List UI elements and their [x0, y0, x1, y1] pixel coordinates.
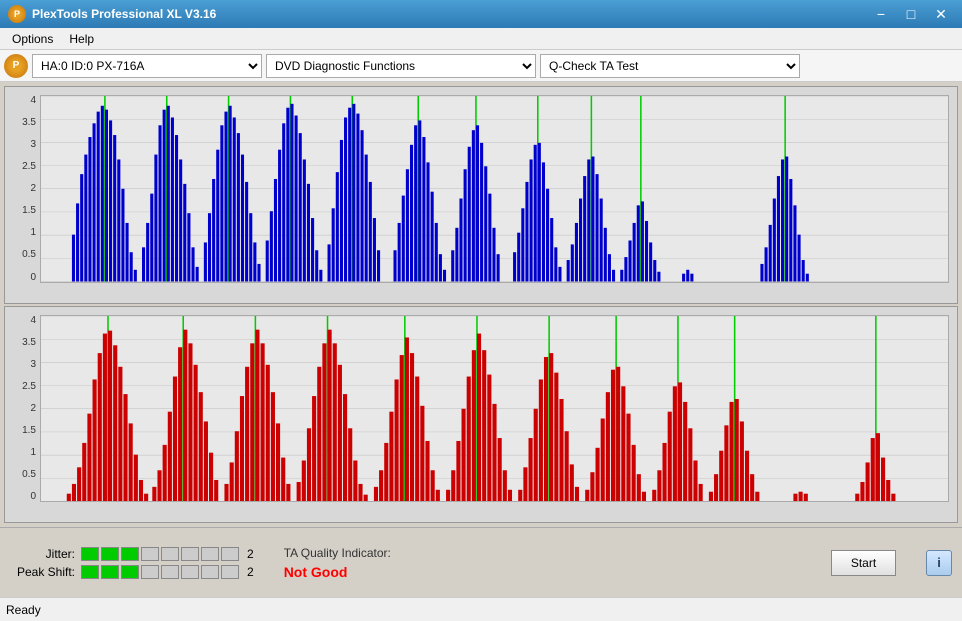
jitter-row: Jitter: 2: [10, 547, 254, 561]
metrics-section: Jitter: 2 Peak Shift:: [10, 547, 254, 579]
y-label-2-bot: 2: [30, 403, 36, 414]
top-chart-svg: 2 3 4 5 6 7 8 9 10 11 12 13 14 15: [41, 96, 948, 282]
peak-shift-bar: [81, 565, 239, 579]
jitter-bar-4: [141, 547, 159, 561]
y-label-15-top: 1.5: [22, 205, 36, 216]
peak-bar-5: [161, 565, 179, 579]
y-label-3-bot: 3: [30, 359, 36, 370]
bottom-chart-y-axis: 4 3.5 3 2.5 2 1.5 1 0.5 0: [7, 315, 39, 503]
y-label-4-bot: 4: [30, 315, 36, 326]
function-select[interactable]: DVD Diagnostic Functions: [266, 54, 536, 78]
y-label-1-bot: 1: [30, 447, 36, 458]
jitter-label: Jitter:: [10, 547, 75, 561]
peak-shift-label: Peak Shift:: [10, 565, 75, 579]
bottom-chart-container: 4 3.5 3 2.5 2 1.5 1 0.5 0: [4, 306, 958, 524]
y-label-25-top: 2.5: [22, 161, 36, 172]
app-icon: P: [8, 5, 26, 23]
app-title: PlexTools Professional XL V3.16: [32, 7, 216, 21]
status-text: Ready: [6, 603, 41, 617]
top-chart-container: 4 3.5 3 2.5 2 1.5 1 0.5 0: [4, 86, 958, 304]
start-button[interactable]: Start: [831, 550, 896, 576]
jitter-bar-8: [221, 547, 239, 561]
main-content: 4 3.5 3 2.5 2 1.5 1 0.5 0: [0, 82, 962, 527]
y-label-05-top: 0.5: [22, 249, 36, 260]
peak-bar-4: [141, 565, 159, 579]
info-button[interactable]: i: [926, 550, 952, 576]
y-label-0-top: 0: [30, 272, 36, 283]
peak-bar-6: [181, 565, 199, 579]
drive-select[interactable]: HA:0 ID:0 PX-716A: [32, 54, 262, 78]
test-select[interactable]: Q-Check TA Test: [540, 54, 800, 78]
y-label-35-bot: 3.5: [22, 337, 36, 348]
menu-options[interactable]: Options: [4, 30, 61, 48]
y-label-4-top: 4: [30, 95, 36, 106]
peak-bar-2: [101, 565, 119, 579]
title-bar-left: P PlexTools Professional XL V3.16: [8, 5, 216, 23]
jitter-bar-2: [101, 547, 119, 561]
bottom-chart-inner: 2 3 4 5 6 7 8 9 10 11 12 13 14 15: [40, 315, 949, 503]
y-label-05-bot: 0.5: [22, 469, 36, 480]
y-label-2-top: 2: [30, 183, 36, 194]
ta-quality-label: TA Quality Indicator:: [284, 546, 391, 560]
peak-bar-8: [221, 565, 239, 579]
toolbar-icon: P: [4, 54, 28, 78]
top-chart-y-axis: 4 3.5 3 2.5 2 1.5 1 0.5 0: [7, 95, 39, 283]
y-label-3-top: 3: [30, 139, 36, 150]
y-label-0-bot: 0: [30, 491, 36, 502]
title-bar: P PlexTools Professional XL V3.16 − □ ✕: [0, 0, 962, 28]
toolbar: P HA:0 ID:0 PX-716A DVD Diagnostic Funct…: [0, 50, 962, 82]
peak-bar-1: [81, 565, 99, 579]
jitter-bar-1: [81, 547, 99, 561]
y-label-1-top: 1: [30, 227, 36, 238]
peak-shift-value: 2: [247, 565, 254, 579]
jitter-bar-3: [121, 547, 139, 561]
jitter-bar: [81, 547, 239, 561]
bottom-chart-svg: 2 3 4 5 6 7 8 9 10 11 12 13 14 15: [41, 316, 948, 502]
status-bar: Ready: [0, 597, 962, 621]
jitter-bar-5: [161, 547, 179, 561]
bottom-panel: Jitter: 2 Peak Shift:: [0, 527, 962, 597]
minimize-button[interactable]: −: [868, 4, 894, 24]
y-label-15-bot: 1.5: [22, 425, 36, 436]
jitter-value: 2: [247, 547, 254, 561]
menu-help[interactable]: Help: [61, 30, 102, 48]
top-chart-inner: 2 3 4 5 6 7 8 9 10 11 12 13 14 15: [40, 95, 949, 283]
y-label-25-bot: 2.5: [22, 381, 36, 392]
y-label-35-top: 3.5: [22, 117, 36, 128]
menu-bar: Options Help: [0, 28, 962, 50]
close-button[interactable]: ✕: [928, 4, 954, 24]
peak-bar-3: [121, 565, 139, 579]
jitter-bar-7: [201, 547, 219, 561]
peak-shift-row: Peak Shift: 2: [10, 565, 254, 579]
peak-bar-7: [201, 565, 219, 579]
maximize-button[interactable]: □: [898, 4, 924, 24]
title-bar-controls[interactable]: − □ ✕: [868, 4, 954, 24]
ta-quality-value: Not Good: [284, 564, 348, 580]
jitter-bar-6: [181, 547, 199, 561]
